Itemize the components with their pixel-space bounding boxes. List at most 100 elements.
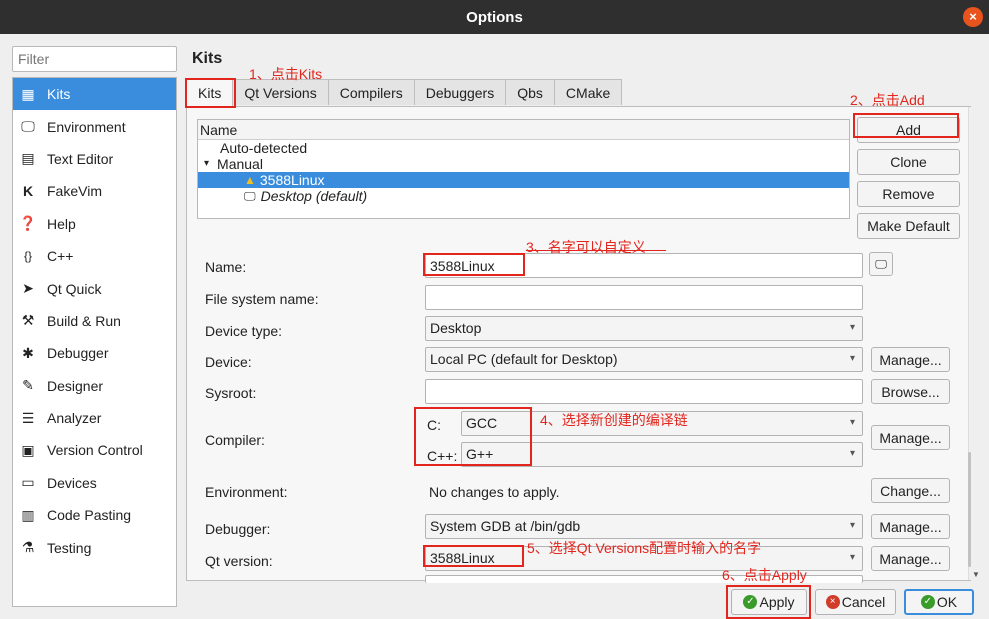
chevron-down-icon[interactable]: ▾ [204, 156, 209, 172]
tab-debuggers[interactable]: Debuggers [413, 79, 507, 105]
sysroot-field[interactable] [425, 379, 863, 404]
tree-item-3588linux[interactable]: ▲ 3588Linux [198, 172, 849, 188]
sidebar-item-environment[interactable]: 🖵 Environment [13, 110, 176, 142]
cancel-button[interactable]: × Cancel [815, 589, 896, 615]
device-manage-button[interactable]: Manage... [871, 347, 950, 372]
device-picker-button[interactable]: 🖵 [869, 252, 893, 276]
text-editor-icon: ▤ [21, 150, 35, 167]
sidebar-item-label: Qt Quick [47, 280, 102, 297]
cancel-label: Cancel [841, 594, 886, 610]
fs-name-field[interactable] [425, 285, 863, 310]
monitor-icon: 🖵 [21, 118, 35, 135]
kits-tree[interactable]: Name Auto-detected ▾ Manual ▲ 3588Linux … [197, 119, 850, 219]
sidebar-item-fakevim[interactable]: K FakeVim [13, 175, 176, 207]
warning-icon: ▲ [244, 173, 256, 187]
devices-icon: ▭ [21, 474, 35, 491]
sidebar-item-label: Devices [47, 474, 97, 491]
sidebar-item-text-editor[interactable]: ▤ Text Editor [13, 143, 176, 175]
sidebar-item-qt-quick[interactable]: ➤ Qt Quick [13, 272, 176, 304]
device-type-value: Desktop [430, 320, 482, 336]
kits-panel: Name Auto-detected ▾ Manual ▲ 3588Linux … [186, 106, 971, 583]
qt-version-label: Qt version: [205, 553, 273, 569]
sidebar-item-label: Code Pasting [47, 507, 132, 524]
clone-button[interactable]: Clone [857, 149, 960, 175]
device-select[interactable]: Local PC (default for Desktop) ▾ [425, 347, 863, 372]
name-label: Name: [205, 259, 247, 275]
debugger-select[interactable]: System GDB at /bin/gdb ▾ [425, 514, 863, 539]
paper-plane-icon: ➤ [22, 280, 34, 297]
scrollbar-thumb[interactable] [968, 452, 971, 567]
bug-icon: ✱ [22, 344, 34, 361]
sidebar-item-devices[interactable]: ▭ Devices [13, 467, 176, 499]
ok-button[interactable]: ✓ OK [904, 589, 974, 615]
environment-change-button[interactable]: Change... [871, 478, 950, 503]
fakevim-icon: K [22, 183, 34, 200]
environment-label: Environment: [205, 484, 288, 500]
compiler-manage-button[interactable]: Manage... [871, 425, 950, 450]
scroll-down-arrow[interactable]: ▼ [972, 570, 980, 579]
device-type-label: Device type: [205, 323, 283, 339]
fs-name-label: File system name: [205, 291, 319, 307]
sidebar: ▦ Kits 🖵 Environment ▤ Text Editor K Fak… [12, 77, 177, 607]
sidebar-item-label: Text Editor [47, 150, 114, 167]
annotation-box-add [853, 113, 959, 138]
tree-group-auto-detected[interactable]: Auto-detected [198, 140, 849, 156]
sidebar-item-version-control[interactable]: ▣ Version Control [13, 434, 176, 466]
analyzer-icon: ☰ [21, 409, 35, 426]
sidebar-item-analyzer[interactable]: ☰ Analyzer [13, 402, 176, 434]
sidebar-item-code-pasting[interactable]: ▥ Code Pasting [13, 499, 176, 531]
tab-cmake[interactable]: CMake [553, 79, 623, 105]
chevron-down-icon: ▾ [849, 322, 855, 333]
sidebar-item-label: Kits [47, 86, 71, 103]
annotation-box-compiler [414, 407, 532, 466]
device-label: Device: [205, 354, 252, 370]
device-value: Local PC (default for Desktop) [430, 351, 618, 367]
tree-header-name[interactable]: Name [198, 120, 849, 140]
testing-icon: ⚗ [21, 539, 35, 556]
chevron-down-icon: ▾ [849, 353, 855, 364]
check-icon: ✓ [920, 595, 935, 609]
sidebar-item-build-run[interactable]: ⚒ Build & Run [13, 305, 176, 337]
filter-input[interactable] [12, 46, 177, 72]
remove-button[interactable]: Remove [857, 181, 960, 207]
sidebar-item-testing[interactable]: ⚗ Testing [13, 531, 176, 563]
qt-version-manage-button[interactable]: Manage... [871, 546, 950, 571]
annotation-box-kits-tab [185, 78, 236, 108]
sidebar-item-help[interactable]: ❓ Help [13, 208, 176, 240]
environment-value: No changes to apply. [429, 484, 560, 500]
debugger-label: Debugger: [205, 521, 271, 537]
page-title: Kits [192, 50, 223, 67]
help-icon: ❓ [19, 215, 37, 232]
sidebar-item-cpp[interactable]: {} C++ [13, 240, 176, 272]
sidebar-item-label: Build & Run [47, 312, 121, 329]
sidebar-item-designer[interactable]: ✎ Designer [13, 370, 176, 402]
tab-compilers[interactable]: Compilers [327, 79, 415, 105]
pen-icon: ✎ [22, 377, 34, 394]
clipboard-icon: ▥ [21, 506, 35, 523]
apply-label: Apply [759, 594, 795, 610]
monitor-icon: 🖵 [875, 256, 887, 271]
sidebar-item-label: FakeVim [47, 183, 102, 200]
annotation-box-name [423, 253, 525, 276]
chevron-down-icon: ▾ [849, 552, 855, 563]
check-icon: ✓ [743, 595, 758, 609]
sidebar-item-label: Testing [47, 539, 92, 556]
title-bar: Options × [0, 0, 989, 34]
hammer-icon: ⚒ [21, 312, 35, 329]
tree-item-desktop[interactable]: 🖵 Desktop (default) [198, 188, 849, 204]
sidebar-item-kits[interactable]: ▦ Kits [13, 78, 176, 111]
sidebar-item-debugger[interactable]: ✱ Debugger [13, 337, 176, 369]
tree-group-manual[interactable]: ▾ Manual [198, 156, 849, 172]
browse-button[interactable]: Browse... [871, 379, 950, 404]
device-type-select[interactable]: Desktop ▾ [425, 316, 863, 341]
braces-icon: {} [23, 249, 32, 264]
chevron-down-icon: ▾ [849, 520, 855, 531]
make-default-button[interactable]: Make Default [857, 213, 960, 239]
apply-button[interactable]: ✓ Apply [731, 589, 807, 615]
chevron-down-icon: ▾ [849, 448, 855, 459]
debugger-manage-button[interactable]: Manage... [871, 514, 950, 539]
close-button[interactable]: × [963, 7, 983, 27]
annotation-2: 2、点击Add [850, 92, 925, 108]
compiler-label: Compiler: [205, 432, 265, 448]
tab-qbs[interactable]: Qbs [505, 79, 555, 105]
